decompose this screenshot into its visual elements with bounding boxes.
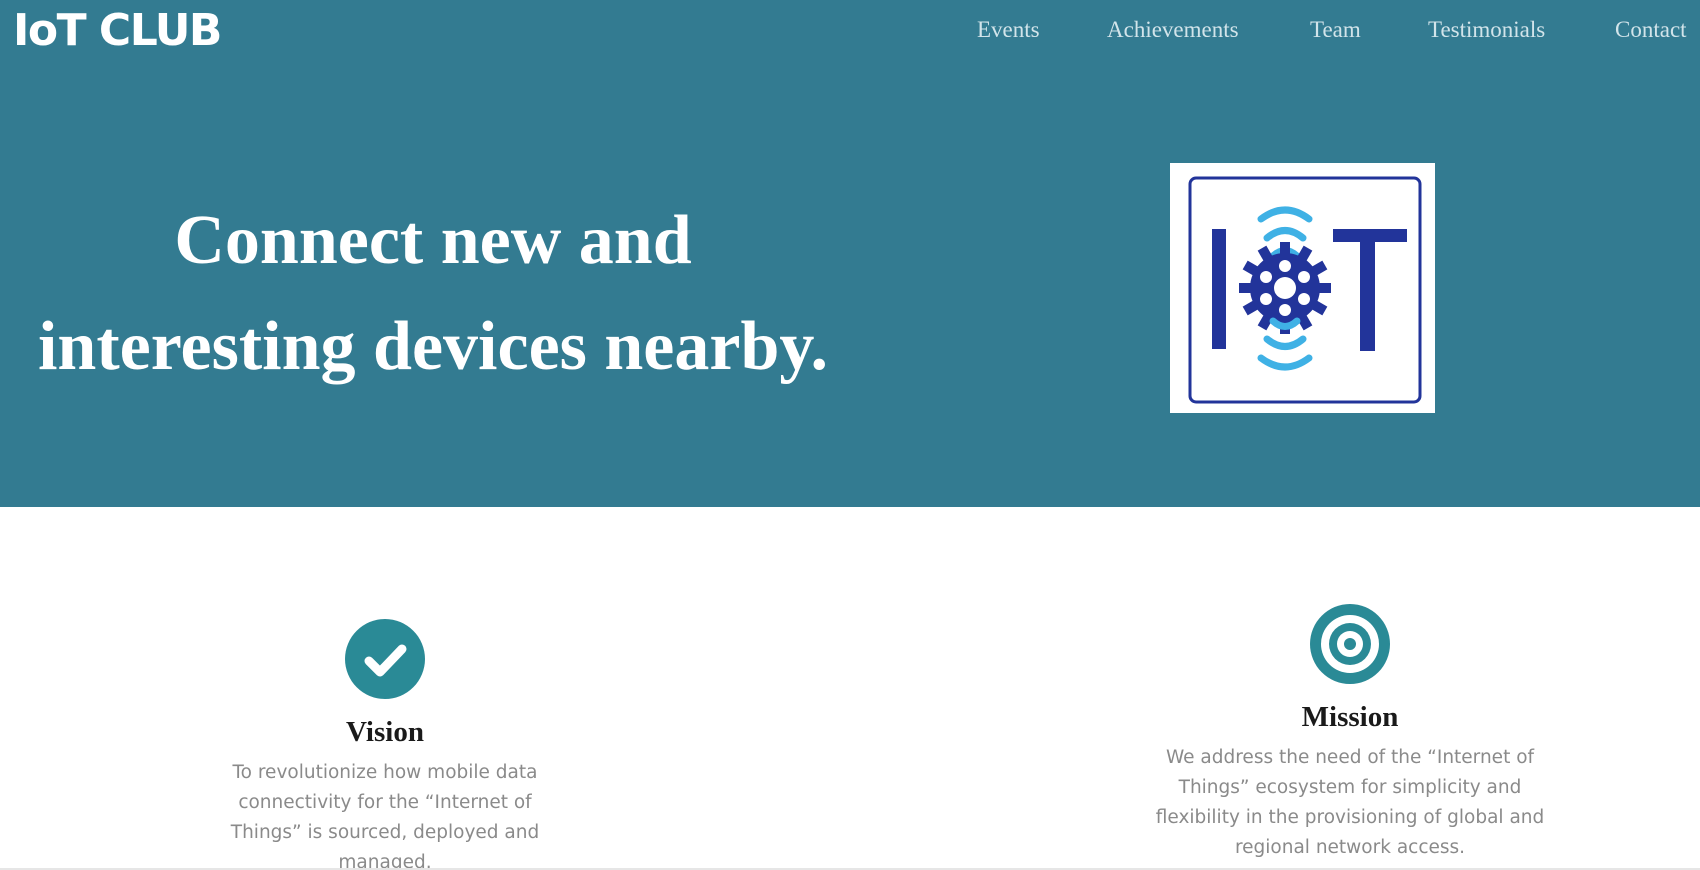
hero-headline-line-1: Connect new and bbox=[174, 202, 692, 279]
vision-title: Vision bbox=[346, 716, 424, 748]
hero-section: IoT CLUB Events Achievements Team Testim… bbox=[0, 0, 1700, 507]
nav-link-achievements[interactable]: Achievements bbox=[1107, 16, 1239, 44]
mission-text: We address the need of the “Internet of … bbox=[1155, 747, 1545, 858]
mission-title: Mission bbox=[1301, 701, 1399, 733]
target-icon bbox=[1310, 604, 1390, 684]
checkmark-circle-icon bbox=[345, 619, 425, 699]
mission-card: Mission We address the need of the “Inte… bbox=[1120, 604, 1580, 863]
nav-link-testimonials[interactable]: Testimonials bbox=[1428, 16, 1545, 44]
nav-link-team[interactable]: Team bbox=[1310, 16, 1361, 44]
page: IoT CLUB Events Achievements Team Testim… bbox=[0, 0, 1700, 870]
iot-logo-image bbox=[1170, 163, 1435, 413]
brand-logo-text[interactable]: IoT CLUB bbox=[13, 0, 222, 62]
hero-headline-line-2: interesting devices nearby. bbox=[37, 308, 829, 385]
vision-text: To revolutionize how mobile data connect… bbox=[230, 762, 540, 870]
hero-headline: Connect new and interesting devices near… bbox=[0, 188, 866, 400]
vision-card: Vision To revolutionize how mobile data … bbox=[160, 619, 610, 870]
nav-link-events[interactable]: Events bbox=[977, 16, 1040, 44]
nav-link-contact[interactable]: Contact bbox=[1615, 16, 1687, 44]
iot-logo-icon bbox=[1188, 176, 1422, 404]
